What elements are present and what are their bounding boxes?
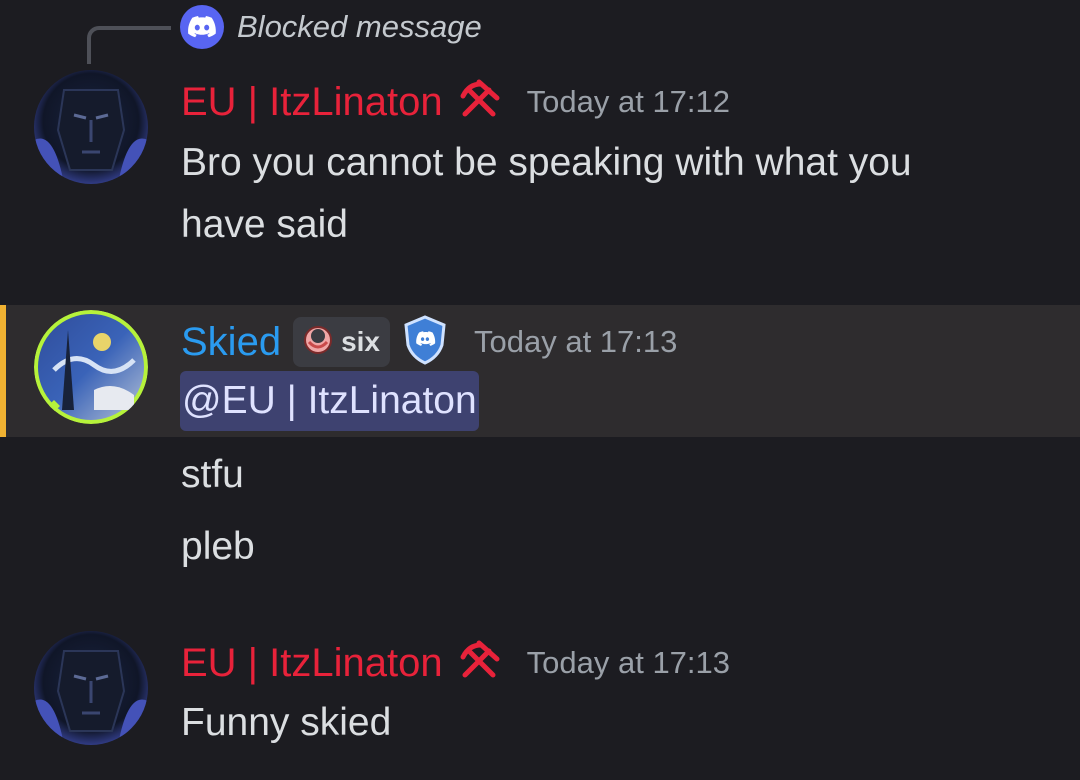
guild-tag-label: six xyxy=(341,326,380,357)
timestamp[interactable]: Today at 17:13 xyxy=(474,324,677,360)
chat-view: Blocked message EU | ItzLinaton Today at… xyxy=(0,0,1080,780)
avatar[interactable] xyxy=(34,310,148,424)
author-name[interactable]: EU | ItzLinaton xyxy=(181,76,443,128)
mention-highlight-bar xyxy=(0,305,6,437)
message-line: stfu xyxy=(181,453,244,496)
timestamp[interactable]: Today at 17:13 xyxy=(527,645,730,681)
message-header: EU | ItzLinaton Today at 17:12 xyxy=(181,76,730,128)
message-line: have said xyxy=(181,203,348,246)
guild-tag-badge[interactable]: six xyxy=(293,317,390,367)
ring-icon xyxy=(301,322,335,363)
hammer-pick-icon[interactable] xyxy=(457,639,501,688)
avatar[interactable] xyxy=(34,70,148,184)
discord-icon xyxy=(180,5,224,49)
hammer-pick-icon[interactable] xyxy=(457,78,501,127)
user-mention[interactable]: @EU | ItzLinaton xyxy=(180,371,479,431)
author-name[interactable]: EU | ItzLinaton xyxy=(181,637,443,689)
timestamp[interactable]: Today at 17:12 xyxy=(527,84,730,120)
message-header: EU | ItzLinaton Today at 17:13 xyxy=(181,637,730,689)
message-line: pleb xyxy=(181,525,255,568)
message-header: Skied six Today at 17:13 xyxy=(181,314,677,370)
message-line: Funny skied xyxy=(181,701,392,744)
reply-connector xyxy=(87,26,171,64)
author-name[interactable]: Skied xyxy=(181,316,281,368)
discord-shield-icon[interactable] xyxy=(402,314,448,370)
avatar[interactable] xyxy=(34,631,148,745)
blocked-message-label[interactable]: Blocked message xyxy=(237,6,482,48)
message-line: Bro you cannot be speaking with what you xyxy=(181,141,912,184)
